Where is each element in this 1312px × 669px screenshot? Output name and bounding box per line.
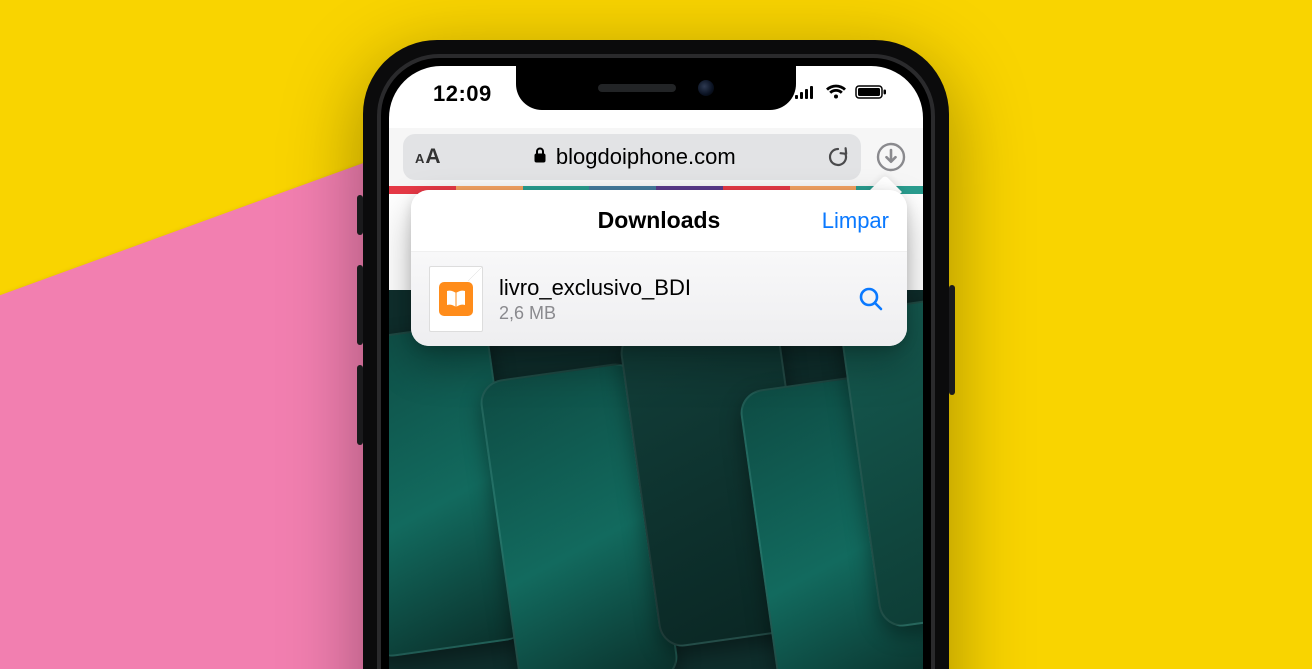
ibooks-icon (439, 282, 473, 316)
downloads-title: Downloads (598, 207, 721, 234)
earpiece-speaker (598, 84, 676, 92)
reveal-in-finder-button[interactable] (853, 285, 889, 313)
status-time: 12:09 (419, 81, 492, 107)
page-hero-image (389, 290, 923, 669)
lock-icon (532, 144, 548, 170)
address-bar[interactable]: AA blogdoiphone.com (403, 134, 861, 180)
url-domain: blogdoiphone.com (556, 144, 736, 170)
magnifier-icon (857, 285, 885, 313)
phone-screen: 12:09 (389, 66, 923, 669)
device-notch (516, 66, 796, 110)
download-item-size: 2,6 MB (499, 303, 837, 324)
address-bar-content: blogdoiphone.com (441, 144, 827, 170)
clear-downloads-button[interactable]: Limpar (822, 190, 889, 251)
front-camera (698, 80, 714, 96)
iphone-device: 12:09 (363, 40, 949, 669)
reload-button[interactable] (827, 146, 849, 168)
safari-toolbar: AA blogdoiphone.com (389, 128, 923, 186)
mute-switch[interactable] (357, 195, 363, 235)
scene-background: 12:09 (0, 0, 1312, 669)
download-item-text: livro_exclusivo_BDI 2,6 MB (499, 275, 837, 324)
wifi-icon (825, 84, 847, 105)
volume-up-button[interactable] (357, 265, 363, 345)
downloads-button[interactable] (873, 139, 909, 175)
downloads-popover: Downloads Limpar (411, 190, 907, 346)
downloads-popover-header: Downloads Limpar (411, 190, 907, 252)
download-item[interactable]: livro_exclusivo_BDI 2,6 MB (411, 252, 907, 346)
file-type-icon (429, 266, 483, 332)
reader-aa-button[interactable]: AA (415, 145, 441, 169)
cellular-signal-icon (795, 85, 817, 104)
phone-bezel: 12:09 (377, 54, 935, 669)
volume-down-button[interactable] (357, 365, 363, 445)
status-indicators (795, 84, 893, 105)
download-item-name: livro_exclusivo_BDI (499, 275, 837, 301)
power-button[interactable] (949, 285, 955, 395)
battery-icon (855, 85, 887, 104)
